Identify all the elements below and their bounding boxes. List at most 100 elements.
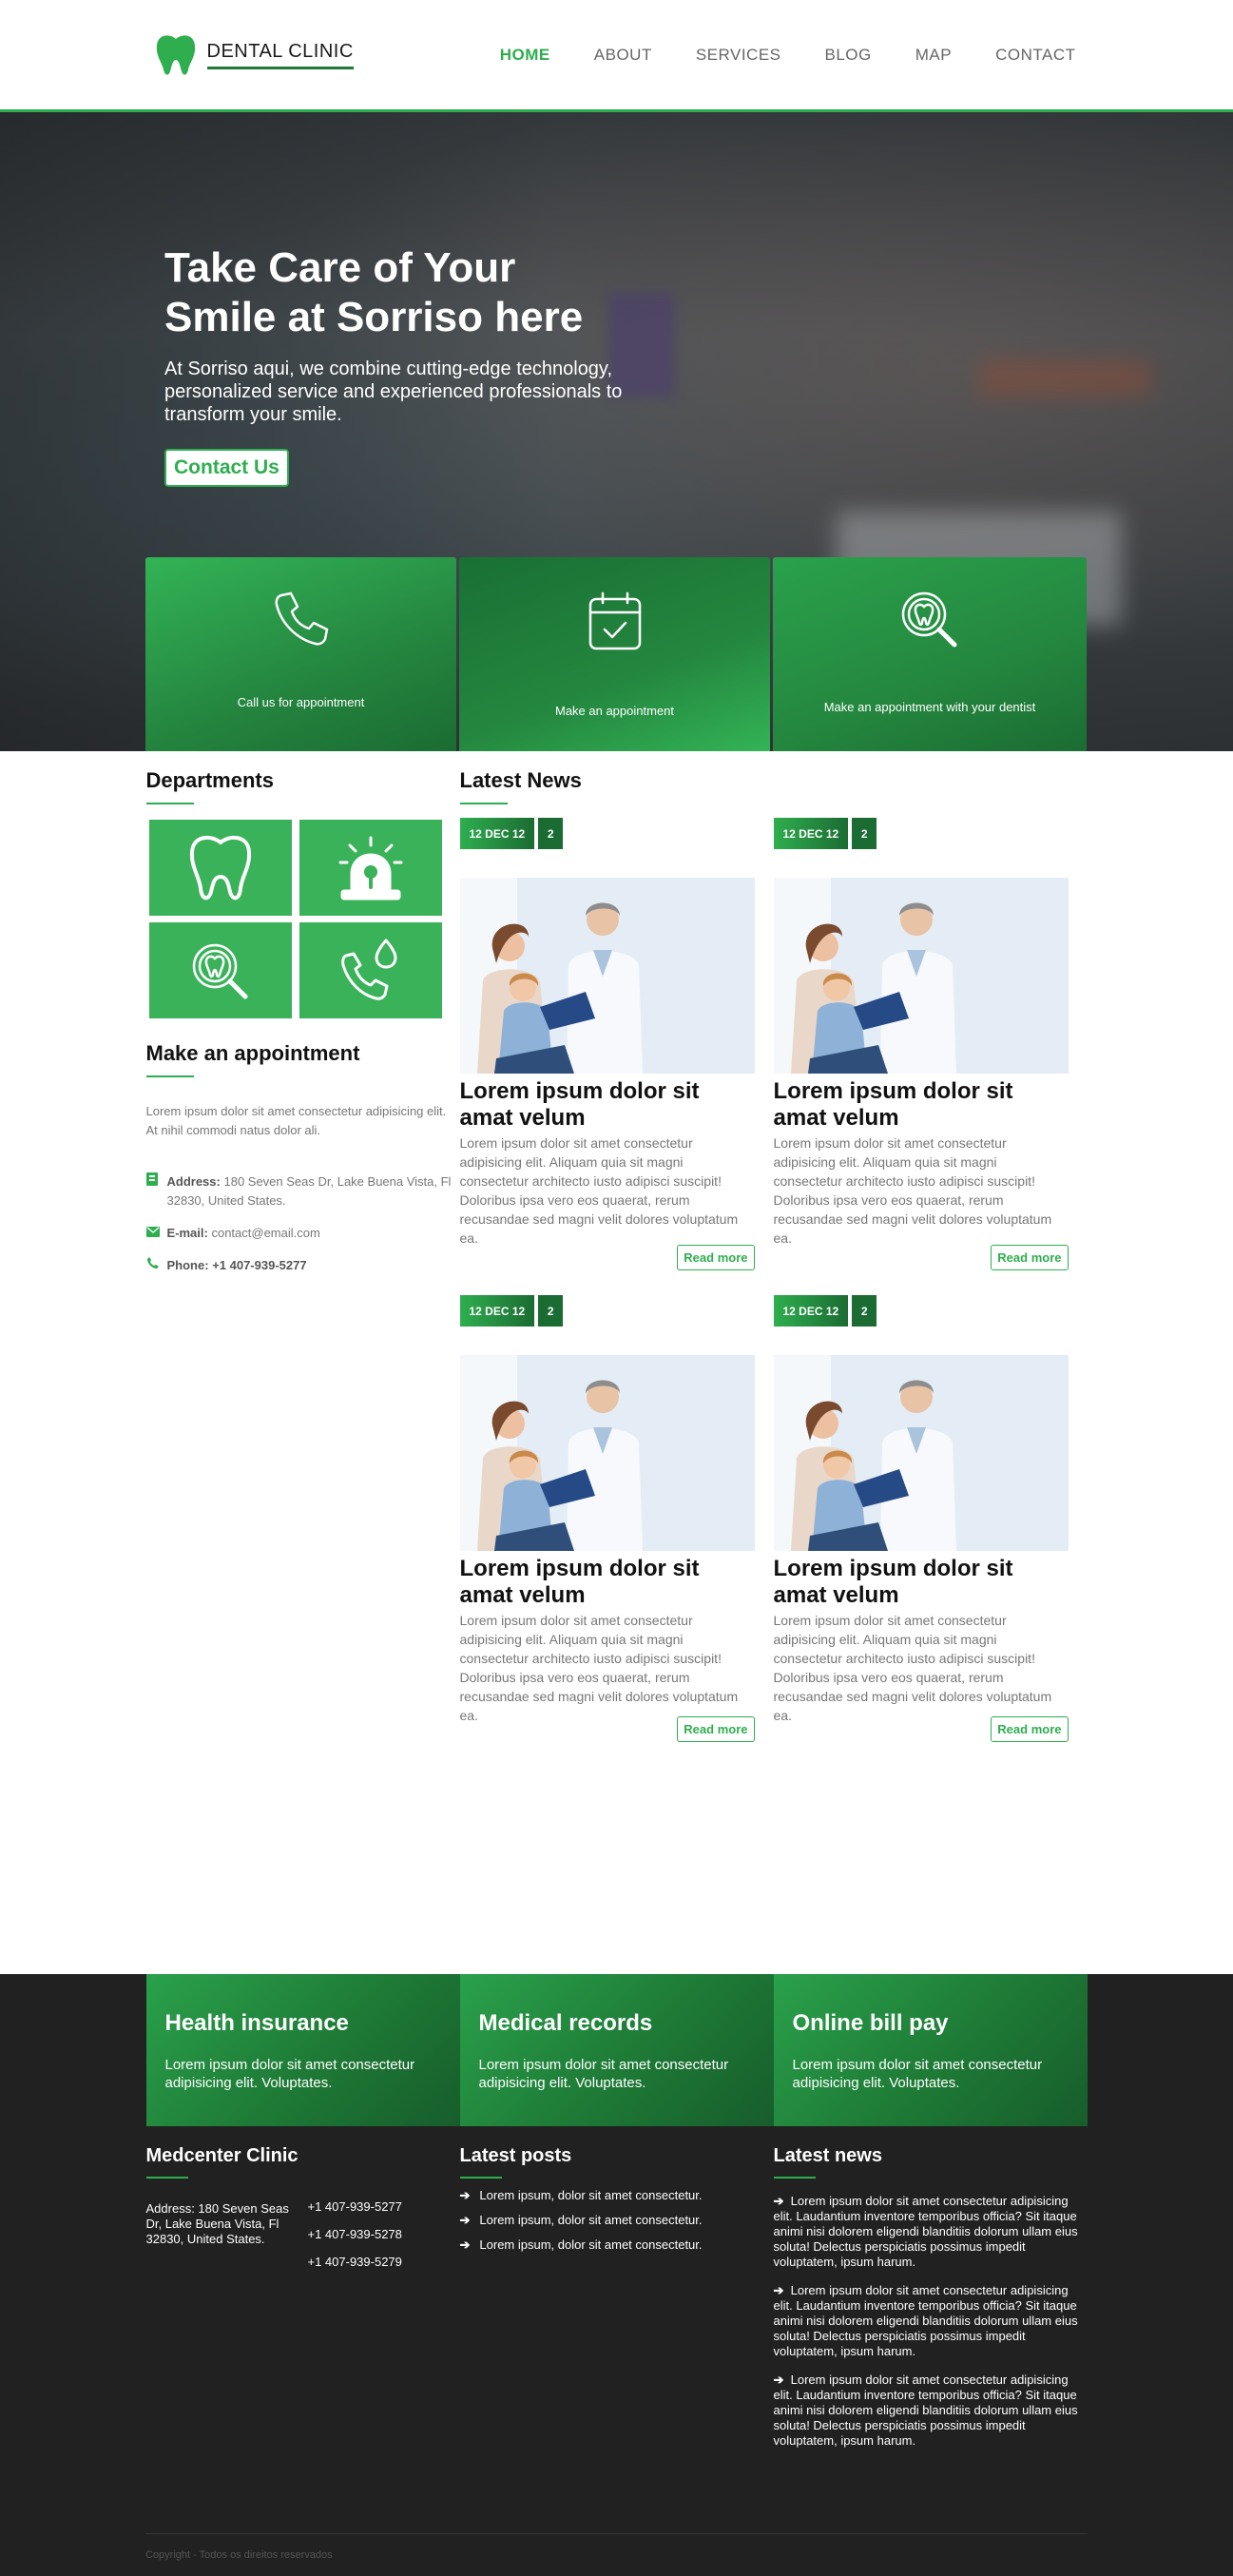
address-line: Address: 180 Seven Seas Dr, Lake Buena V… xyxy=(145,1172,460,1211)
address-text: Address: 180 Seven Seas Dr, Lake Buena V… xyxy=(167,1172,460,1211)
left-column: Departments Make an appointment Lorem ip… xyxy=(145,768,460,1275)
feature-card-dentist[interactable]: Make an appointment with your dentist xyxy=(773,557,1087,751)
card-text: Lorem ipsum dolor sit amet consectetur a… xyxy=(164,2057,415,2091)
card-title: Online bill pay xyxy=(792,2010,949,2036)
logo-text: DENTAL CLINIC xyxy=(206,41,354,69)
latest-posts-title: Latest posts xyxy=(459,2145,572,2166)
news-image[interactable] xyxy=(459,878,755,1074)
news-image[interactable] xyxy=(773,878,1069,1074)
news-title[interactable]: Lorem ipsum dolor sit amat velum xyxy=(460,1556,755,1609)
news-date: 12 DEC 12 xyxy=(459,1295,535,1327)
clinic-info: Address: 180 Seven Seas Dr, Lake Buena V… xyxy=(146,2199,460,2282)
news-entry[interactable]: ➔ Lorem ipsum dolor sit amet consectetur… xyxy=(774,2194,1088,2270)
arrow-right-icon: ➔ xyxy=(459,2213,471,2227)
phone-text: Phone: +1 407-939-5277 xyxy=(167,1256,307,1275)
nav-about[interactable]: ABOUT xyxy=(594,46,652,65)
news-text: Lorem ipsum dolor sit amet consectetur a… xyxy=(773,1135,1052,1246)
phone-drop-icon xyxy=(340,939,396,1000)
nav-blog[interactable]: BLOG xyxy=(825,46,872,65)
news-entry[interactable]: ➔ Lorem ipsum dolor sit amet consectetur… xyxy=(774,2283,1088,2359)
arrow-right-icon: ➔ xyxy=(459,2188,471,2202)
departments-grid xyxy=(148,820,460,1018)
logo[interactable]: DENTAL CLINIC xyxy=(156,33,354,77)
read-more-button[interactable]: Read more xyxy=(677,1716,755,1742)
clinic-title: Medcenter Clinic xyxy=(145,2145,299,2166)
news-card: 12 DEC 12 2 Lorem ipsum dolor sit amat v… xyxy=(773,1295,1069,1752)
news-text: Lorem ipsum dolor sit amet consectetur a… xyxy=(773,1613,1052,1723)
post-link[interactable]: ➔ Lorem ipsum, dolor sit amet consectetur… xyxy=(460,2213,774,2228)
phone-icon xyxy=(146,1256,160,1275)
news-image[interactable] xyxy=(459,1355,755,1551)
department-dental[interactable] xyxy=(148,820,292,916)
clinic-phone[interactable]: +1 407-939-5278 xyxy=(308,2227,402,2241)
read-more-button[interactable]: Read more xyxy=(677,1245,755,1270)
post-text: Lorem ipsum, dolor sit amet consectetur. xyxy=(479,2237,703,2252)
site-footer: Health insurance Lorem ipsum dolor sit a… xyxy=(0,1974,1233,2576)
main-nav: HOME ABOUT SERVICES BLOG MAP CONTACT xyxy=(500,46,1076,65)
nav-home[interactable]: HOME xyxy=(500,46,550,65)
title-underline xyxy=(145,2177,188,2179)
news-meta: 12 DEC 12 2 xyxy=(459,818,755,849)
main-content: Departments Make an appointment Lorem ip… xyxy=(145,751,1088,1974)
footer-columns: Medcenter Clinic Address: 180 Seven Seas… xyxy=(145,2145,1088,2462)
news-entry[interactable]: ➔ Lorem ipsum dolor sit amet consectetur… xyxy=(774,2373,1088,2449)
clinic-phone[interactable]: +1 407-939-5279 xyxy=(308,2255,402,2269)
news-text: Lorem ipsum dolor sit amet consectetur a… xyxy=(459,1135,739,1246)
post-text: Lorem ipsum, dolor sit amet consectetur. xyxy=(479,2188,703,2202)
arrow-right-icon: ➔ xyxy=(459,2237,471,2252)
contact-us-button[interactable]: Contact Us xyxy=(164,449,289,487)
feature-card-appointment[interactable]: Make an appointment xyxy=(459,557,770,751)
latest-news-footer-title: Latest news xyxy=(773,2145,882,2166)
news-title[interactable]: Lorem ipsum dolor sit amat velum xyxy=(774,1078,1069,1132)
card-online-bill-pay[interactable]: Online bill pay Lorem ipsum dolor sit am… xyxy=(773,1974,1088,2126)
phone-value[interactable]: +1 407-939-5277 xyxy=(212,1258,306,1272)
news-card: 12 DEC 12 2 Lorem ipsum dolor sit amat v… xyxy=(459,818,755,1295)
hero-text: At Sorriso aqui, we combine cutting-edge… xyxy=(164,358,623,425)
email-value[interactable]: contact@email.com xyxy=(211,1226,319,1240)
news-meta: 12 DEC 12 2 xyxy=(773,818,1069,849)
card-text: Lorem ipsum dolor sit amet consectetur a… xyxy=(792,2057,1043,2091)
footer-cards: Health insurance Lorem ipsum dolor sit a… xyxy=(145,1974,1088,2126)
news-title[interactable]: Lorem ipsum dolor sit amat velum xyxy=(460,1078,755,1132)
post-text: Lorem ipsum, dolor sit amet consectetur. xyxy=(479,2213,703,2227)
comment-count: 2 xyxy=(852,818,877,849)
feature-label: Make an appointment xyxy=(554,704,675,718)
post-link[interactable]: ➔ Lorem ipsum, dolor sit amet consectetur… xyxy=(460,2188,774,2203)
nav-map[interactable]: MAP xyxy=(915,46,952,65)
news-title[interactable]: Lorem ipsum dolor sit amat velum xyxy=(774,1556,1069,1609)
phone-line: Phone: +1 407-939-5277 xyxy=(146,1256,460,1275)
feature-row: Call us for appointment Make an appointm… xyxy=(145,557,1087,751)
title-underline xyxy=(145,1075,194,1077)
news-entry-text: Lorem ipsum dolor sit amet consectetur a… xyxy=(773,2194,1078,2269)
tooth-icon xyxy=(189,835,251,900)
card-title: Health insurance xyxy=(164,2010,349,2036)
latest-news: Latest News 12 DEC 12 2 Lorem ipsum dolo… xyxy=(459,768,1088,1752)
phone-label: Phone: xyxy=(166,1258,209,1272)
tooth-logo-icon xyxy=(156,34,195,75)
envelope-icon xyxy=(145,1224,160,1243)
clinic-phone[interactable]: +1 407-939-5277 xyxy=(308,2199,402,2214)
read-more-button[interactable]: Read more xyxy=(991,1716,1069,1742)
department-checkup[interactable] xyxy=(148,922,292,1018)
card-medical-records[interactable]: Medical records Lorem ipsum dolor sit am… xyxy=(459,1974,774,2126)
news-image[interactable] xyxy=(773,1355,1069,1551)
feature-card-call[interactable]: Call us for appointment xyxy=(145,557,456,751)
department-emergency[interactable] xyxy=(299,820,442,916)
nav-contact[interactable]: CONTACT xyxy=(995,46,1075,65)
email-label: E-mail: xyxy=(166,1226,208,1240)
email-text: E-mail: contact@email.com xyxy=(167,1224,320,1243)
card-health-insurance[interactable]: Health insurance Lorem ipsum dolor sit a… xyxy=(145,1974,460,2126)
hero-section: Take Care of Your Smile at Sorriso here … xyxy=(0,112,1233,751)
comment-count: 2 xyxy=(852,1295,877,1327)
hero-title: Take Care of Your Smile at Sorriso here xyxy=(164,243,640,342)
news-entry-text: Lorem ipsum dolor sit amet consectetur a… xyxy=(773,2373,1078,2448)
post-link[interactable]: ➔ Lorem ipsum, dolor sit amet consectetur… xyxy=(460,2237,774,2253)
comment-count: 2 xyxy=(538,1295,564,1327)
nav-services[interactable]: SERVICES xyxy=(696,46,781,65)
email-line: E-mail: contact@email.com xyxy=(145,1224,460,1243)
news-card: 12 DEC 12 2 Lorem ipsum dolor sit amat v… xyxy=(773,818,1069,1295)
hero-background-detail xyxy=(979,359,1150,397)
read-more-button[interactable]: Read more xyxy=(991,1245,1069,1270)
department-contact[interactable] xyxy=(299,922,442,1018)
site-header: DENTAL CLINIC HOME ABOUT SERVICES BLOG M… xyxy=(0,0,1233,112)
